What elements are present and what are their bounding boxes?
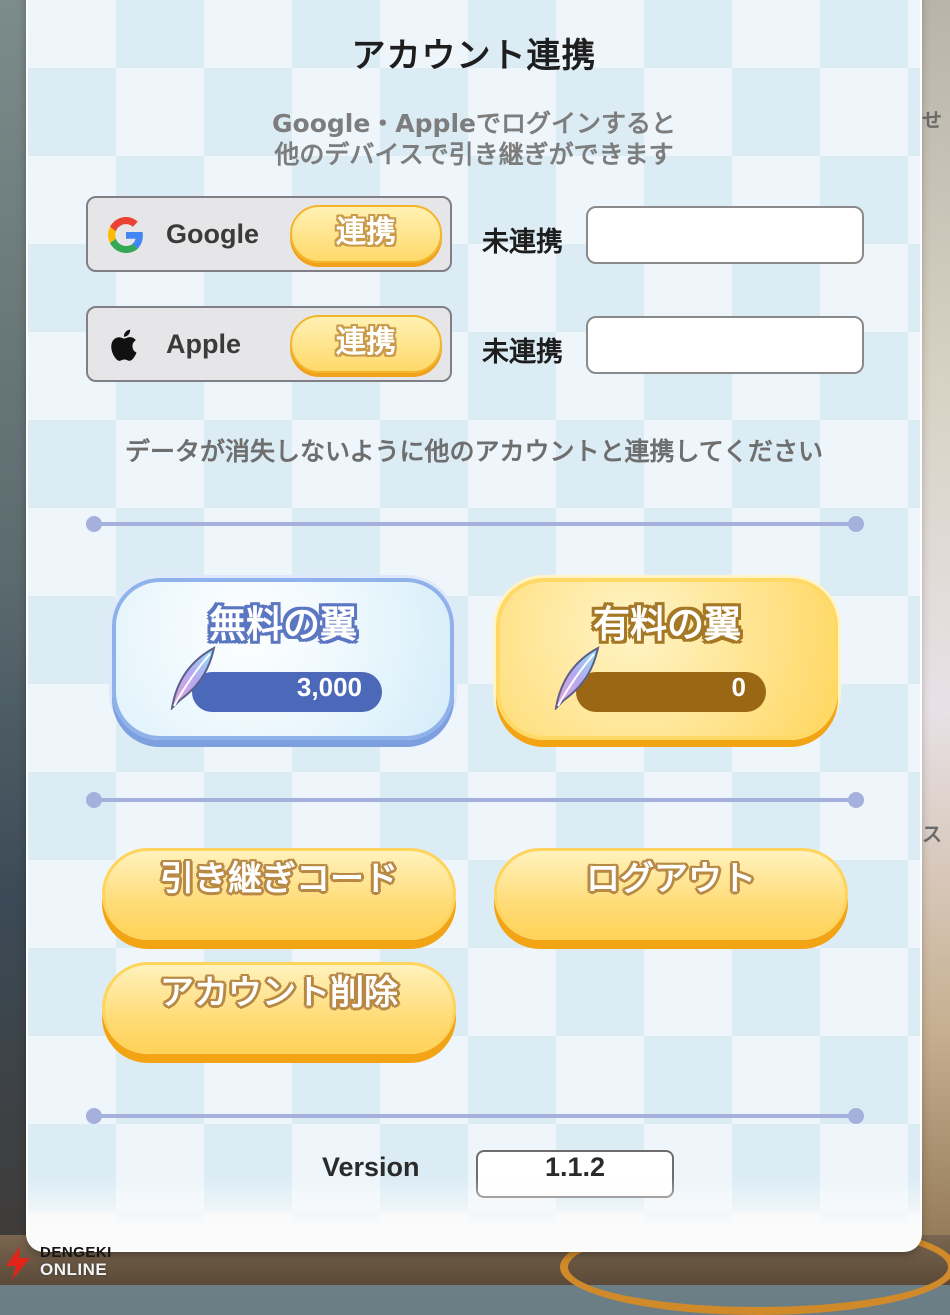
section-divider [86,792,864,808]
google-link-status: 未連携 [482,227,563,258]
panel-footer [28,1178,920,1250]
apple-label: Apple [166,329,242,359]
apple-link-panel: Apple 連携 [86,306,452,382]
watermark-line2: ONLINE [40,1260,108,1279]
free-wings-amount: 3,000 [192,672,382,712]
data-loss-notice: データが消失しないように他のアカウントと連携してください [124,437,823,466]
subtitle-line: 他のデバイスで引き継ぎができます [274,140,674,169]
transfer-code-button[interactable]: 引き継ぎコード [102,848,456,940]
apple-account-field [586,316,864,374]
wing-feather-icon [170,646,216,710]
dengeki-online-watermark: DENGEKI ONLINE [4,1244,124,1282]
background-text-fragment: ス [922,824,942,846]
section-divider [86,1108,864,1124]
logout-button[interactable]: ログアウト [494,848,848,940]
apple-icon [111,329,137,361]
apple-link-status: 未連携 [482,337,563,368]
paid-wings-label: 有料の翼 [593,603,741,646]
free-wings-label: 無料の翼 [209,603,357,646]
dialog-title: アカウント連携 [351,36,597,76]
wing-feather-icon [554,646,600,710]
background-text-fragment: せ [922,110,942,132]
paid-wings-amount: 0 [576,672,766,712]
apple-link-button[interactable]: 連携 [290,315,442,373]
watermark-line1: DENGEKI [40,1244,112,1261]
free-wings-card: 無料の翼 3,000 [112,578,454,740]
game-background-left [0,0,28,1285]
game-background-right: せ ス [918,0,950,1285]
google-account-field [586,206,864,264]
lightning-logo-icon [6,1246,30,1280]
subtitle-line: Google・Appleでログインすると [272,109,676,138]
google-icon [108,217,143,253]
dialog-subtitle: Google・Appleでログインすると 他のデバイスで引き継ぎができます [28,108,920,170]
delete-account-button[interactable]: アカウント削除 [102,962,456,1054]
account-link-dialog: アカウント連携 Google・Appleでログインすると 他のデバイスで引き継ぎ… [28,0,920,1250]
section-divider [86,516,864,532]
google-label: Google [166,219,259,249]
google-link-button[interactable]: 連携 [290,205,442,263]
paid-wings-card: 有料の翼 0 [496,578,838,740]
google-link-panel: Google 連携 [86,196,452,272]
